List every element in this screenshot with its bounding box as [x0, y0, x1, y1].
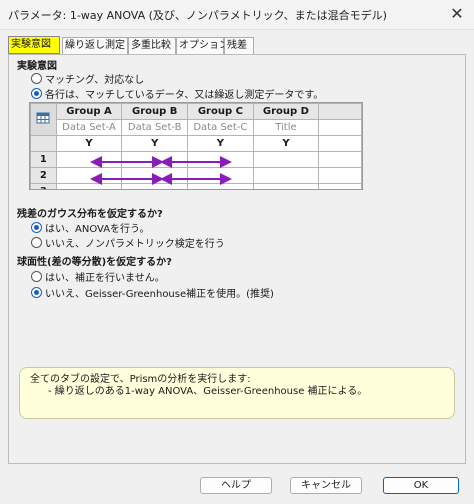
- column-subtitle: Data Set-A: [55, 119, 123, 136]
- design-heading: 実験意図: [17, 61, 57, 72]
- table-cell: [318, 151, 362, 168]
- column-header: Group D: [252, 103, 320, 120]
- tab-options[interactable]: オプション: [176, 37, 229, 54]
- table-icon: [30, 103, 57, 136]
- summary-note: 全てのタブの設定で、Prismの分析を実行します: - 繰り返しのある1-way…: [19, 367, 455, 419]
- ok-button[interactable]: OK: [383, 477, 459, 494]
- radio-button[interactable]: [31, 287, 42, 298]
- window-title: パラメータ: 1-way ANOVA (及び、ノンパラメトリック、または混合モデ…: [8, 9, 387, 22]
- table-cell: [187, 151, 254, 168]
- column-header-extra: [318, 103, 362, 120]
- title-bar: パラメータ: 1-way ANOVA (及び、ノンパラメトリック、または混合モデ…: [0, 0, 474, 30]
- table-cell: [55, 151, 123, 168]
- radio-unmatched[interactable]: マッチング、対応なし: [31, 71, 144, 86]
- radio-button[interactable]: [31, 237, 42, 248]
- radio-label: はい、補正を行いません。: [45, 273, 165, 284]
- column-subtitle: Title: [252, 119, 320, 136]
- radio-label: 各行は、マッチしているデータ、又は繰返し測定データです。: [45, 90, 324, 101]
- tab-panel: 実験意図 マッチング、対応なし 各行は、マッチしているデータ、又は繰返し測定デー…: [8, 54, 466, 464]
- summary-line-1: 全てのタブの設定で、Prismの分析を実行します:: [30, 374, 251, 385]
- cancel-button[interactable]: キャンセル: [290, 477, 362, 494]
- column-header: Group A: [55, 103, 123, 120]
- radio-label: いいえ、ノンパラメトリック検定を行う: [45, 239, 225, 250]
- radio-sphericity-no[interactable]: いいえ、Geisser-Greenhouse補正を使用。(推奨): [31, 285, 274, 300]
- radio-label: いいえ、Geisser-Greenhouse補正を使用。(推奨): [45, 289, 274, 300]
- radio-gaussian-yes[interactable]: はい、ANOVAを行う。: [31, 220, 149, 235]
- column-header: Group B: [121, 103, 189, 120]
- column-subtitle-extra: [318, 119, 362, 136]
- radio-sphericity-yes[interactable]: はい、補正を行いません。: [31, 269, 165, 284]
- row-header-corner: [30, 135, 57, 152]
- tab-multiple-comparisons[interactable]: 多重比較: [128, 37, 176, 54]
- radio-button[interactable]: [31, 271, 42, 282]
- tab-residuals[interactable]: 残差: [224, 37, 254, 54]
- row-number: 2: [30, 167, 57, 184]
- radio-button[interactable]: [31, 222, 42, 233]
- table-cell: [252, 151, 320, 168]
- help-button[interactable]: ヘルプ: [200, 477, 272, 494]
- y-label-extra: [318, 135, 362, 152]
- radio-button[interactable]: [31, 88, 42, 99]
- y-label: Y: [252, 135, 320, 152]
- tab-design[interactable]: 実験意図: [8, 36, 60, 54]
- table-cell: [121, 183, 189, 189]
- y-label: Y: [121, 135, 189, 152]
- column-header: Group C: [187, 103, 254, 120]
- radio-button[interactable]: [31, 73, 42, 84]
- table-cell: [318, 183, 362, 189]
- radio-matched[interactable]: 各行は、マッチしているデータ、又は繰返し測定データです。: [31, 86, 323, 101]
- table-cell: [55, 183, 123, 189]
- column-subtitle: Data Set-C: [187, 119, 254, 136]
- gaussian-heading: 残差のガウス分布を仮定するか?: [17, 209, 163, 220]
- tab-repeated-measures[interactable]: 繰り返し測定: [62, 37, 128, 54]
- close-icon[interactable]: ✕: [444, 4, 470, 26]
- row-number: 3: [30, 183, 57, 189]
- radio-gaussian-no[interactable]: いいえ、ノンパラメトリック検定を行う: [31, 235, 225, 250]
- table-cell: [121, 167, 189, 184]
- table-cell: [121, 151, 189, 168]
- y-label: Y: [187, 135, 254, 152]
- table-cell: [55, 167, 123, 184]
- row-number: 1: [30, 151, 57, 168]
- column-subtitle: Data Set-B: [121, 119, 189, 136]
- summary-line-2: - 繰り返しのある1-way ANOVA、Geisser-Greenhouse …: [48, 386, 368, 397]
- table-cell: [252, 167, 320, 184]
- y-label: Y: [55, 135, 123, 152]
- table-cell: [187, 167, 254, 184]
- radio-label: マッチング、対応なし: [45, 75, 145, 86]
- radio-label: はい、ANOVAを行う。: [45, 224, 150, 235]
- data-table-preview: Group A Group B Group C Group D Data Set…: [29, 102, 363, 190]
- table-cell: [318, 167, 362, 184]
- table-cell: [252, 183, 320, 189]
- table-cell: [187, 183, 254, 189]
- sphericity-heading: 球面性(差の等分散)を仮定するか?: [17, 257, 172, 268]
- data-table: Group A Group B Group C Group D Data Set…: [30, 103, 362, 189]
